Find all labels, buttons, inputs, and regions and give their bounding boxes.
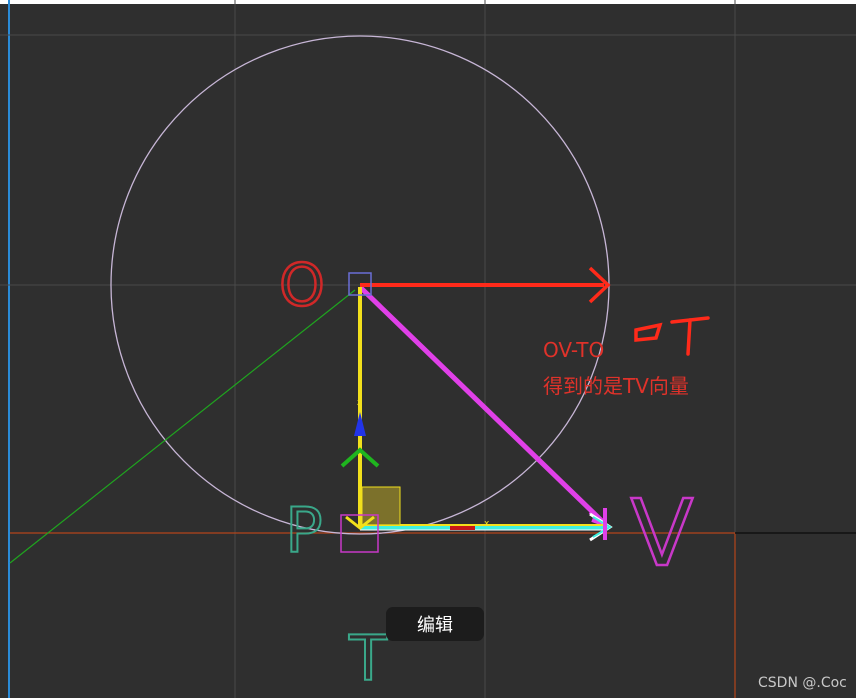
label-v: V: [631, 480, 694, 587]
edit-button[interactable]: 编辑: [386, 607, 484, 641]
annotation-line-1: OV-TO: [543, 338, 605, 362]
z-axis-arrowhead: [354, 412, 366, 436]
label-o: O: [279, 251, 325, 319]
handwritten-equals-t: [634, 316, 710, 356]
x-axis-mark: x: [484, 519, 490, 529]
scene-viewport[interactable]: x z O P V T OV-TO 得到的是TV向量 编辑 CSDN @.Coc: [0, 0, 856, 698]
handwritten-t-stem: [686, 318, 692, 356]
label-t: T: [348, 622, 388, 695]
plane-gizmo[interactable]: [361, 486, 401, 526]
z-axis-mark: z: [357, 398, 362, 408]
annotation-line-2: 得到的是TV向量: [543, 374, 689, 398]
label-p: P: [285, 494, 322, 567]
watermark: CSDN @.Coc: [758, 675, 847, 691]
handwritten-equals-mark: [634, 322, 663, 342]
scene-canvas[interactable]: x z O P V T: [0, 0, 856, 698]
grid: [0, 0, 856, 698]
